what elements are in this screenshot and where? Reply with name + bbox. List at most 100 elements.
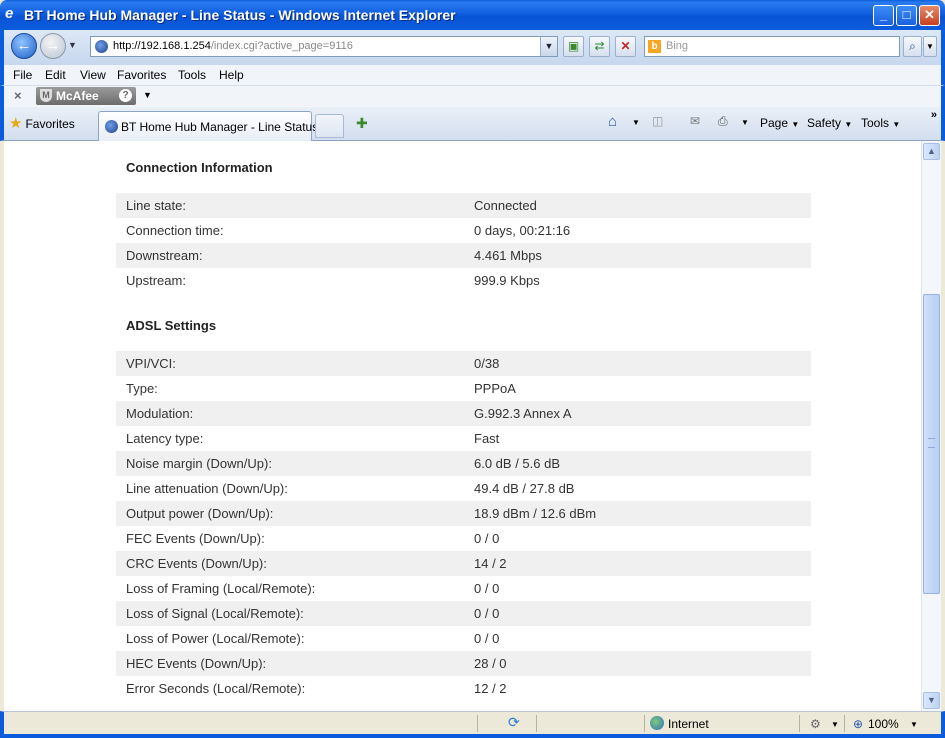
close-button[interactable]: ✕ xyxy=(919,5,940,26)
adsl-row: VPI/VCI: 0/38 xyxy=(116,351,811,376)
compatibility-view-button[interactable]: ▣ xyxy=(563,36,584,57)
address-input[interactable]: http://192.168.1.254/index.cgi?active_pa… xyxy=(90,36,558,57)
protected-mode-dropdown[interactable]: ▼ xyxy=(831,720,839,729)
menu-view[interactable]: View xyxy=(80,68,106,82)
page-menu[interactable]: Page ▼ xyxy=(760,116,799,130)
internet-zone-icon xyxy=(650,716,664,730)
status-bar: ⟳ Internet ⚙ ▼ ⊕ 100% ▼ xyxy=(0,711,945,738)
connection-row: Downstream: 4.461 Mbps xyxy=(116,243,811,268)
favorites-label: Favorites xyxy=(25,117,75,131)
adsl-heading: ADSL Settings xyxy=(126,318,217,333)
adsl-row: Error Seconds (Local/Remote): 12 / 2 xyxy=(116,676,811,701)
chevron-down-icon: ▼ xyxy=(892,120,901,129)
status-divider xyxy=(477,715,478,732)
refresh-button[interactable]: ⇄ xyxy=(589,36,610,57)
site-favicon-icon xyxy=(95,40,108,53)
adsl-row: Latency type: Fast xyxy=(116,426,811,451)
mcafee-button[interactable]: M McAfee ? xyxy=(36,87,136,105)
menu-file[interactable]: File xyxy=(13,68,32,82)
tab-active[interactable]: BT Home Hub Manager - Line Status xyxy=(98,111,318,141)
menu-favorites[interactable]: Favorites xyxy=(117,68,166,82)
search-placeholder: Bing xyxy=(666,40,689,52)
chevron-down-icon: ▼ xyxy=(844,120,853,129)
search-options-dropdown[interactable]: ▼ xyxy=(923,36,937,57)
more-commands-icon[interactable]: » xyxy=(931,109,937,121)
connection-heading: Connection Information xyxy=(126,160,273,175)
row-label: Type: xyxy=(126,381,158,396)
back-arrow-icon: ← xyxy=(16,37,32,54)
zoom-level[interactable]: 100% xyxy=(868,717,899,731)
adsl-row: FEC Events (Down/Up): 0 / 0 xyxy=(116,526,811,551)
address-dropdown[interactable]: ▼ xyxy=(540,37,557,56)
favorites-button[interactable]: ★ Favorites xyxy=(9,114,75,132)
chevron-down-icon: ▼ xyxy=(791,120,800,129)
adsl-row: CRC Events (Down/Up): 14 / 2 xyxy=(116,551,811,576)
row-value: 18.9 dBm / 12.6 dBm xyxy=(474,506,597,521)
menu-bar: File Edit View Favorites Tools Help xyxy=(0,65,945,85)
favorites-star-icon: ★ xyxy=(9,115,23,132)
zoom-dropdown[interactable]: ▼ xyxy=(910,720,918,729)
read-mail-icon[interactable]: ✉ xyxy=(690,114,700,128)
compat-icon: ▣ xyxy=(567,39,580,53)
stop-icon: ✕ xyxy=(620,39,631,53)
row-label: Noise margin (Down/Up): xyxy=(126,456,272,471)
row-label: Loss of Framing (Local/Remote): xyxy=(126,581,316,596)
status-divider xyxy=(644,715,645,732)
connection-row: Line state: Connected xyxy=(116,193,811,218)
url-path: /index.cgi?active_page=9116 xyxy=(210,40,353,52)
scroll-down-button[interactable]: ▼ xyxy=(923,692,940,709)
protected-mode-icon[interactable]: ⚙ xyxy=(810,717,821,731)
scroll-thumb[interactable] xyxy=(923,294,940,594)
back-button[interactable]: ← xyxy=(11,33,37,59)
print-dropdown[interactable]: ▼ xyxy=(741,118,749,127)
row-label: HEC Events (Down/Up): xyxy=(126,656,267,671)
status-divider xyxy=(536,715,537,732)
print-icon[interactable]: ⎙ xyxy=(718,114,728,129)
vertical-scrollbar[interactable]: ▲ ▼ xyxy=(921,141,941,711)
adsl-row: Loss of Signal (Local/Remote): 0 / 0 xyxy=(116,601,811,626)
menu-help[interactable]: Help xyxy=(219,68,244,82)
forward-arrow-icon: → xyxy=(45,37,61,54)
help-icon[interactable]: ? xyxy=(119,89,132,102)
new-tab-button[interactable] xyxy=(315,114,344,138)
search-input[interactable]: b Bing xyxy=(644,36,900,57)
adsl-row: Modulation: G.992.3 Annex A xyxy=(116,401,811,426)
tools-menu[interactable]: Tools ▼ xyxy=(861,116,900,130)
forward-button[interactable]: → xyxy=(40,33,66,59)
home-dropdown[interactable]: ▼ xyxy=(632,118,640,127)
zoom-icon[interactable]: ⊕ xyxy=(853,717,863,731)
adsl-row: Loss of Framing (Local/Remote): 0 / 0 xyxy=(116,576,811,601)
row-label: VPI/VCI: xyxy=(126,356,176,371)
menu-tools[interactable]: Tools xyxy=(178,68,206,82)
row-value: PPPoA xyxy=(474,381,516,396)
minimize-button[interactable]: _ xyxy=(873,5,894,26)
close-toolbar-button[interactable]: × xyxy=(14,88,22,103)
bing-icon: b xyxy=(648,40,661,53)
url-host: http://192.168.1.254 xyxy=(113,40,211,52)
row-value: 0 / 0 xyxy=(474,631,500,646)
maximize-button[interactable]: □ xyxy=(896,5,917,26)
row-value: 28 / 0 xyxy=(474,656,507,671)
scroll-up-button[interactable]: ▲ xyxy=(923,143,940,160)
row-value: 12 / 2 xyxy=(474,681,507,696)
search-button[interactable]: ⌕ xyxy=(903,36,922,57)
page-menu-label: Page xyxy=(760,116,789,130)
adsl-row: Loss of Power (Local/Remote): 0 / 0 xyxy=(116,626,811,651)
safety-menu[interactable]: Safety ▼ xyxy=(807,116,852,130)
feeds-icon[interactable]: ◫ xyxy=(652,114,663,128)
mcafee-label: McAfee xyxy=(56,89,99,103)
page-content: Connection Information Line state: Connec… xyxy=(4,141,921,711)
home-icon[interactable]: ⌂ xyxy=(608,113,617,130)
stop-button[interactable]: ✕ xyxy=(615,36,636,57)
row-label: Loss of Power (Local/Remote): xyxy=(126,631,305,646)
ie-logo-icon: e xyxy=(5,5,14,22)
recent-pages-dropdown[interactable]: ▼ xyxy=(68,40,78,50)
tools-menu-label: Tools xyxy=(861,116,890,130)
sync-icon: ⟳ xyxy=(508,714,520,730)
menu-edit[interactable]: Edit xyxy=(45,68,66,82)
row-value: Connected xyxy=(474,198,537,213)
row-label: Output power (Down/Up): xyxy=(126,506,274,521)
mcafee-dropdown[interactable]: ▼ xyxy=(143,90,152,100)
row-label: FEC Events (Down/Up): xyxy=(126,531,265,546)
add-to-favorites-bar-icon[interactable]: ✚ xyxy=(356,115,368,132)
